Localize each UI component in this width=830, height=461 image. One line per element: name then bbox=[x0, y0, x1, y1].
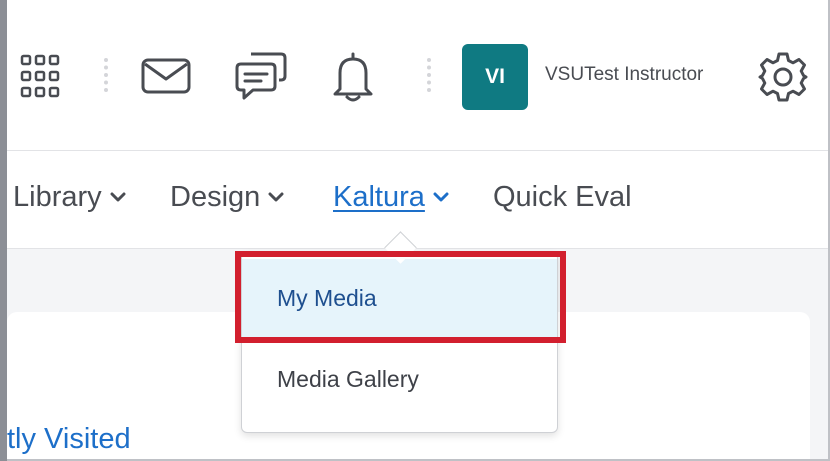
chat-icon[interactable] bbox=[235, 50, 287, 102]
nav-design[interactable]: Design bbox=[170, 180, 284, 214]
window-left-edge bbox=[0, 0, 7, 461]
chevron-down-icon bbox=[268, 192, 284, 202]
browser-frame: VI VSUTest Instructor Library Design Kal… bbox=[0, 0, 830, 461]
gear-icon[interactable] bbox=[757, 51, 809, 103]
app-grid-icon[interactable] bbox=[20, 53, 60, 99]
chevron-down-icon bbox=[433, 192, 449, 202]
bell-icon[interactable] bbox=[332, 51, 374, 103]
top-header: VI VSUTest Instructor bbox=[7, 0, 828, 151]
user-name[interactable]: VSUTest Instructor bbox=[545, 64, 703, 86]
nav-library-label: Library bbox=[13, 180, 102, 213]
header-divider bbox=[104, 58, 108, 92]
nav-design-label: Design bbox=[170, 180, 261, 213]
nav-library[interactable]: Library bbox=[13, 180, 126, 214]
nav-quick-eval[interactable]: Quick Eval bbox=[493, 180, 632, 214]
nav-kaltura-label: Kaltura bbox=[333, 180, 425, 213]
menu-item-my-media[interactable]: My Media bbox=[242, 259, 557, 338]
chevron-down-icon bbox=[110, 192, 126, 202]
header-divider bbox=[427, 58, 431, 92]
course-navbar: Library Design Kaltura Quick Eval bbox=[7, 151, 828, 249]
widget-title[interactable]: tly Visited bbox=[7, 423, 131, 456]
user-avatar[interactable]: VI bbox=[462, 44, 528, 110]
nav-quick-eval-label: Quick Eval bbox=[493, 180, 632, 213]
nav-kaltura[interactable]: Kaltura bbox=[333, 180, 449, 214]
kaltura-dropdown-menu: My Media Media Gallery bbox=[241, 252, 558, 433]
menu-item-media-gallery[interactable]: Media Gallery bbox=[242, 345, 557, 413]
mail-icon[interactable] bbox=[141, 58, 191, 94]
